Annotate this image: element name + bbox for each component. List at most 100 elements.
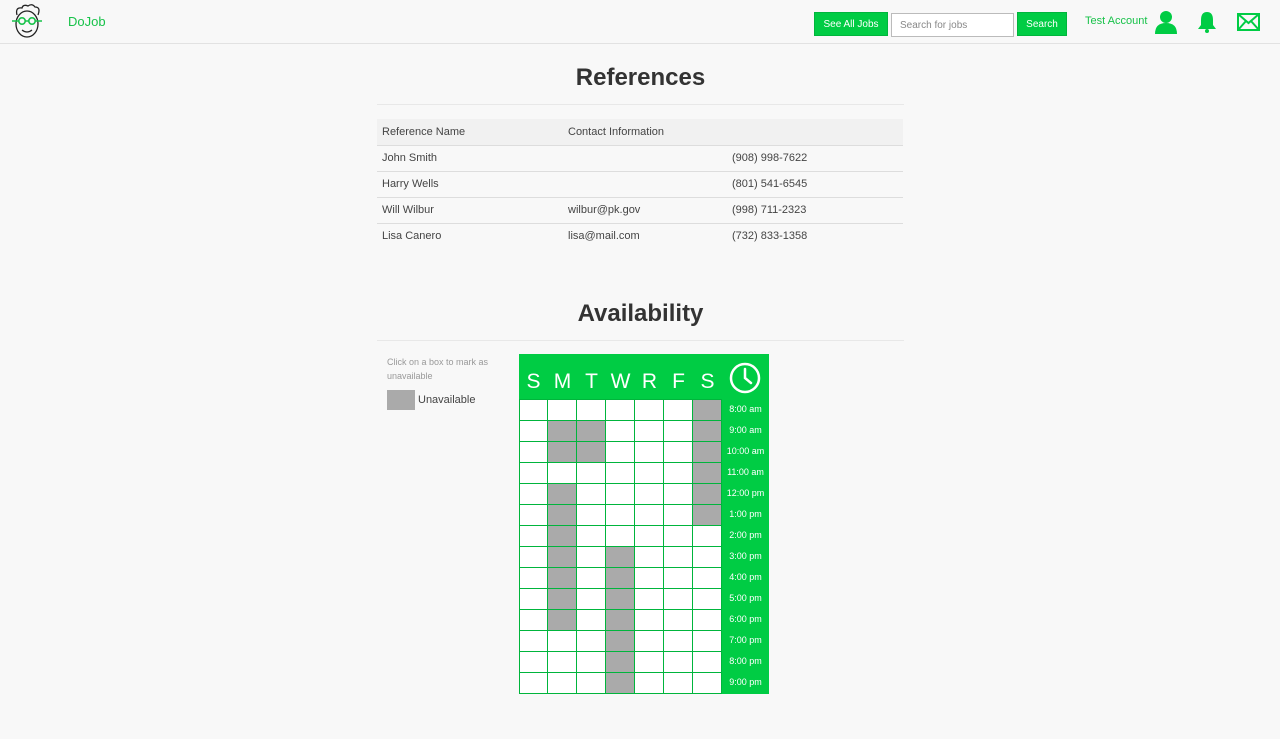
- availability-cell[interactable]: [606, 568, 635, 589]
- availability-cell[interactable]: [664, 589, 693, 610]
- availability-cell[interactable]: [664, 442, 693, 463]
- availability-cell[interactable]: [519, 421, 548, 442]
- availability-cell[interactable]: [519, 610, 548, 631]
- availability-cell[interactable]: [548, 547, 577, 568]
- availability-cell[interactable]: [548, 442, 577, 463]
- availability-cell[interactable]: [693, 568, 722, 589]
- availability-cell[interactable]: [548, 589, 577, 610]
- availability-cell[interactable]: [606, 589, 635, 610]
- availability-cell[interactable]: [519, 568, 548, 589]
- availability-cell[interactable]: [606, 673, 635, 694]
- availability-cell[interactable]: [664, 400, 693, 421]
- availability-cell[interactable]: [548, 505, 577, 526]
- search-button[interactable]: Search: [1017, 12, 1067, 36]
- availability-cell[interactable]: [577, 505, 606, 526]
- availability-cell[interactable]: [664, 631, 693, 652]
- see-all-jobs-button[interactable]: See All Jobs: [814, 12, 888, 36]
- availability-cell[interactable]: [664, 673, 693, 694]
- availability-cell[interactable]: [577, 442, 606, 463]
- availability-cell[interactable]: [635, 589, 664, 610]
- bell-icon[interactable]: [1197, 11, 1217, 33]
- availability-cell[interactable]: [693, 484, 722, 505]
- availability-cell[interactable]: [693, 652, 722, 673]
- availability-cell[interactable]: [693, 673, 722, 694]
- availability-cell[interactable]: [548, 610, 577, 631]
- availability-cell[interactable]: [577, 547, 606, 568]
- availability-cell[interactable]: [664, 652, 693, 673]
- availability-cell[interactable]: [693, 526, 722, 547]
- availability-cell[interactable]: [577, 589, 606, 610]
- availability-cell[interactable]: [606, 484, 635, 505]
- availability-cell[interactable]: [548, 421, 577, 442]
- availability-cell[interactable]: [606, 463, 635, 484]
- availability-cell[interactable]: [577, 400, 606, 421]
- availability-cell[interactable]: [606, 400, 635, 421]
- availability-cell[interactable]: [548, 463, 577, 484]
- availability-cell[interactable]: [635, 673, 664, 694]
- availability-cell[interactable]: [548, 631, 577, 652]
- availability-cell[interactable]: [693, 442, 722, 463]
- availability-cell[interactable]: [664, 484, 693, 505]
- availability-cell[interactable]: [635, 568, 664, 589]
- availability-cell[interactable]: [693, 400, 722, 421]
- availability-cell[interactable]: [519, 631, 548, 652]
- availability-cell[interactable]: [606, 652, 635, 673]
- availability-cell[interactable]: [635, 484, 664, 505]
- availability-cell[interactable]: [519, 400, 548, 421]
- availability-cell[interactable]: [577, 673, 606, 694]
- availability-cell[interactable]: [693, 547, 722, 568]
- availability-cell[interactable]: [635, 610, 664, 631]
- availability-cell[interactable]: [606, 442, 635, 463]
- availability-cell[interactable]: [606, 421, 635, 442]
- availability-cell[interactable]: [693, 421, 722, 442]
- availability-cell[interactable]: [635, 526, 664, 547]
- availability-cell[interactable]: [548, 673, 577, 694]
- availability-cell[interactable]: [693, 505, 722, 526]
- availability-cell[interactable]: [635, 547, 664, 568]
- availability-cell[interactable]: [693, 463, 722, 484]
- availability-cell[interactable]: [577, 652, 606, 673]
- availability-cell[interactable]: [577, 421, 606, 442]
- availability-cell[interactable]: [664, 526, 693, 547]
- availability-cell[interactable]: [519, 505, 548, 526]
- availability-cell[interactable]: [635, 400, 664, 421]
- availability-cell[interactable]: [635, 442, 664, 463]
- availability-cell[interactable]: [577, 463, 606, 484]
- availability-cell[interactable]: [577, 484, 606, 505]
- availability-cell[interactable]: [519, 526, 548, 547]
- availability-cell[interactable]: [606, 526, 635, 547]
- availability-cell[interactable]: [693, 631, 722, 652]
- availability-cell[interactable]: [519, 484, 548, 505]
- availability-cell[interactable]: [664, 463, 693, 484]
- availability-cell[interactable]: [577, 526, 606, 547]
- availability-cell[interactable]: [635, 505, 664, 526]
- availability-cell[interactable]: [606, 610, 635, 631]
- availability-cell[interactable]: [606, 631, 635, 652]
- availability-cell[interactable]: [577, 631, 606, 652]
- availability-cell[interactable]: [577, 568, 606, 589]
- availability-cell[interactable]: [664, 610, 693, 631]
- user-icon[interactable]: [1154, 10, 1178, 34]
- availability-cell[interactable]: [693, 610, 722, 631]
- brand-name[interactable]: DoJob: [68, 14, 106, 29]
- availability-cell[interactable]: [693, 589, 722, 610]
- availability-cell[interactable]: [519, 652, 548, 673]
- availability-cell[interactable]: [635, 463, 664, 484]
- availability-cell[interactable]: [577, 610, 606, 631]
- availability-cell[interactable]: [606, 547, 635, 568]
- availability-cell[interactable]: [635, 421, 664, 442]
- availability-cell[interactable]: [548, 652, 577, 673]
- availability-cell[interactable]: [548, 400, 577, 421]
- availability-cell[interactable]: [519, 442, 548, 463]
- availability-cell[interactable]: [664, 421, 693, 442]
- mail-icon[interactable]: [1237, 13, 1260, 31]
- availability-cell[interactable]: [606, 505, 635, 526]
- availability-cell[interactable]: [635, 652, 664, 673]
- job-search-input[interactable]: [891, 13, 1014, 37]
- availability-cell[interactable]: [664, 505, 693, 526]
- availability-cell[interactable]: [519, 463, 548, 484]
- availability-cell[interactable]: [519, 673, 548, 694]
- availability-cell[interactable]: [519, 589, 548, 610]
- availability-cell[interactable]: [548, 568, 577, 589]
- availability-cell[interactable]: [664, 547, 693, 568]
